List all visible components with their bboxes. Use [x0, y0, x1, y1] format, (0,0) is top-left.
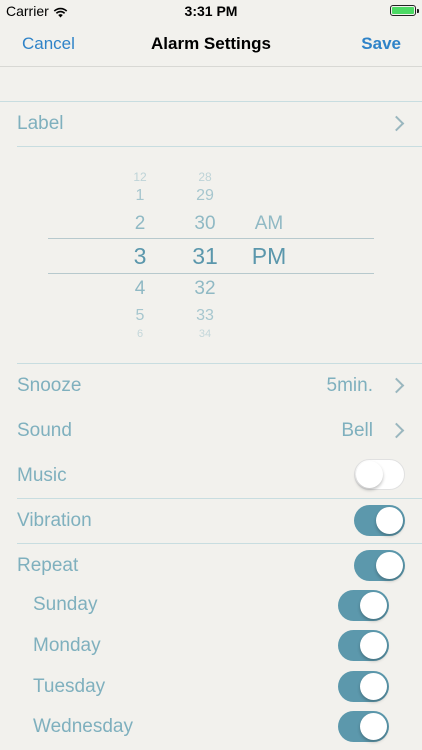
status-time: 3:31 PM	[184, 3, 238, 19]
divider	[17, 146, 422, 147]
picker-hour-option[interactable]: 12	[119, 170, 161, 184]
picker-minute-option[interactable]: 32	[181, 278, 229, 300]
picker-minute-selected[interactable]: 31	[181, 243, 229, 270]
label-row[interactable]: Label	[0, 102, 422, 146]
repeat-label: Repeat	[17, 555, 79, 576]
picker-minute-option[interactable]: 33	[181, 307, 229, 325]
repeat-day-label: Wednesday	[33, 716, 133, 737]
picker-hour-option[interactable]: 4	[119, 278, 161, 300]
toggle-knob	[356, 461, 383, 488]
picker-hour-option[interactable]: 6	[119, 328, 161, 338]
toggle-knob	[376, 552, 403, 579]
music-label: Music	[17, 465, 67, 486]
repeat-day-label: Monday	[33, 635, 101, 656]
navigation-bar: Cancel Alarm Settings Save	[0, 22, 422, 67]
sound-row[interactable]: Sound Bell	[0, 409, 422, 453]
toggle-knob	[360, 632, 387, 659]
tuesday-toggle[interactable]	[338, 671, 389, 702]
chevron-right-icon	[388, 377, 405, 394]
toggle-knob	[360, 673, 387, 700]
sunday-toggle[interactable]	[338, 590, 389, 621]
picker-hour-option[interactable]: 2	[119, 213, 161, 235]
label-row-label: Label	[17, 113, 64, 134]
vibration-toggle[interactable]	[354, 505, 405, 536]
save-button[interactable]: Save	[361, 34, 401, 54]
chevron-right-icon	[388, 422, 405, 439]
status-bar: Carrier 3:31 PM	[0, 0, 422, 22]
picker-minute-option[interactable]: 34	[181, 328, 229, 338]
toggle-knob	[360, 592, 387, 619]
picker-hour-option[interactable]: 5	[119, 307, 161, 325]
picker-selection-bottom-line	[48, 273, 374, 274]
time-picker[interactable]: 12 1 2 3 4 5 6 28 29 30 31 32 33 34 AM P…	[48, 158, 374, 340]
snooze-value: 5min.	[326, 375, 373, 396]
picker-hour-selected[interactable]: 3	[119, 243, 161, 270]
picker-minute-option[interactable]: 29	[181, 187, 229, 205]
picker-period-selected[interactable]: PM	[244, 243, 294, 270]
sound-label: Sound	[17, 420, 72, 441]
repeat-toggle[interactable]	[354, 550, 405, 581]
sound-value: Bell	[341, 420, 373, 441]
music-toggle[interactable]	[354, 459, 405, 490]
snooze-label: Snooze	[17, 375, 82, 396]
page-title: Alarm Settings	[151, 34, 271, 53]
repeat-day-label: Tuesday	[33, 676, 106, 697]
monday-toggle[interactable]	[338, 630, 389, 661]
toggle-knob	[376, 507, 403, 534]
picker-hour-option[interactable]: 1	[119, 187, 161, 205]
snooze-row[interactable]: Snooze 5min.	[0, 364, 422, 408]
wednesday-toggle[interactable]	[338, 711, 389, 742]
picker-minute-option[interactable]: 30	[181, 213, 229, 235]
battery-icon	[390, 5, 419, 16]
picker-period-option[interactable]: AM	[244, 213, 294, 235]
vibration-label: Vibration	[17, 510, 92, 531]
repeat-day-label: Sunday	[33, 594, 98, 615]
picker-selection-top-line	[48, 238, 374, 239]
picker-minute-option[interactable]: 28	[181, 170, 229, 184]
toggle-knob	[360, 713, 387, 740]
chevron-right-icon	[388, 115, 405, 132]
